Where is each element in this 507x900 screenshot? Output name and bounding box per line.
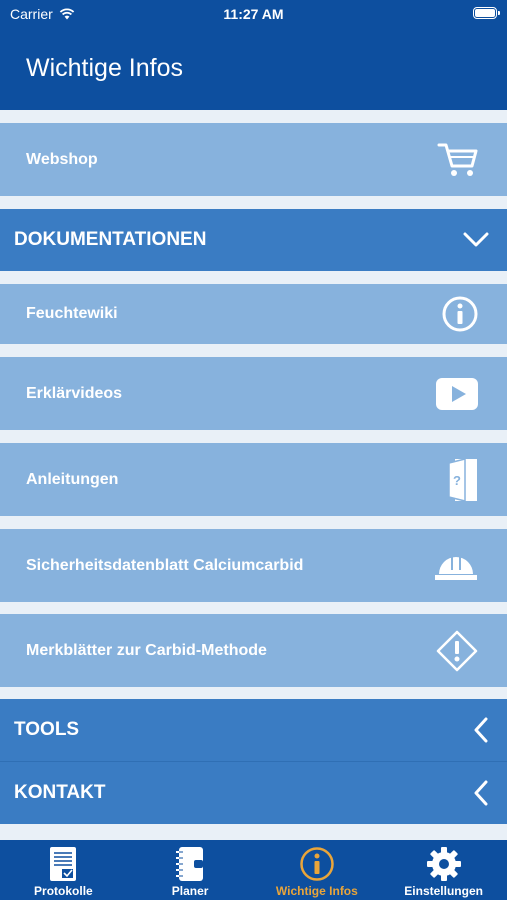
chevron-left-icon	[473, 780, 489, 806]
video-play-icon	[435, 377, 479, 411]
manual-door-icon: ?	[447, 457, 479, 503]
tab-einstellungen[interactable]: Einstellungen	[380, 840, 507, 900]
list-item-sicherheitsdatenblatt[interactable]: Sicherheitsdatenblatt Calciumcarbid	[0, 529, 507, 602]
webshop-label: Webshop	[26, 150, 98, 168]
tab-label: Protokolle	[34, 884, 93, 898]
info-circle-icon	[441, 295, 479, 333]
status-bar: Carrier 11:27 AM	[0, 0, 507, 28]
tab-label: Wichtige Infos	[275, 884, 358, 898]
list-item-merkblaetter[interactable]: Merkblätter zur Carbid-Methode	[0, 614, 507, 687]
planner-notebook-icon	[174, 844, 206, 884]
section-tools[interactable]: TOOLS	[0, 699, 507, 761]
tab-wichtige-infos[interactable]: Wichtige Infos	[254, 840, 381, 900]
item-label: Anleitungen	[26, 470, 119, 488]
chevron-down-icon	[463, 232, 489, 248]
document-list-icon	[49, 844, 77, 884]
navigation-bar: Wichtige Infos	[0, 28, 507, 110]
status-time: 11:27 AM	[223, 6, 284, 22]
section-title-tools: TOOLS	[14, 719, 80, 740]
item-label: Sicherheitsdatenblatt Calciumcarbid	[26, 556, 304, 574]
chevron-left-icon	[473, 717, 489, 743]
section-kontakt[interactable]: KONTAKT	[0, 762, 507, 824]
battery-icon	[473, 7, 500, 19]
gear-icon	[426, 844, 462, 884]
webshop-item[interactable]: Webshop	[0, 123, 507, 196]
section-dokumentationen[interactable]: DOKUMENTATIONEN	[0, 209, 507, 271]
section-title-kontakt: KONTAKT	[14, 782, 106, 803]
section-title-dokumentationen: DOKUMENTATIONEN	[14, 229, 207, 250]
info-circle-icon	[299, 844, 335, 884]
tab-planer[interactable]: Planer	[127, 840, 254, 900]
list-item-feuchtewiki[interactable]: Feuchtewiki	[0, 284, 507, 344]
page-title: Wichtige Infos	[26, 54, 184, 82]
svg-text:?: ?	[453, 473, 461, 488]
list-item-erklaervideos[interactable]: Erklärvideos	[0, 357, 507, 430]
cart-icon	[437, 141, 479, 179]
item-label: Merkblätter zur Carbid-Methode	[26, 641, 267, 659]
item-label: Erklärvideos	[26, 384, 123, 402]
tab-label: Planer	[171, 884, 209, 898]
hard-hat-icon	[433, 548, 479, 584]
tab-label: Einstellungen	[404, 884, 483, 898]
item-label: Feuchtewiki	[26, 305, 118, 322]
tab-protokolle[interactable]: Protokolle	[0, 840, 127, 900]
tab-bar: Protokolle Planer Wichtige Infos Einstel…	[0, 840, 507, 900]
list-item-anleitungen[interactable]: Anleitungen ?	[0, 443, 507, 516]
warning-diamond-icon	[435, 629, 479, 673]
